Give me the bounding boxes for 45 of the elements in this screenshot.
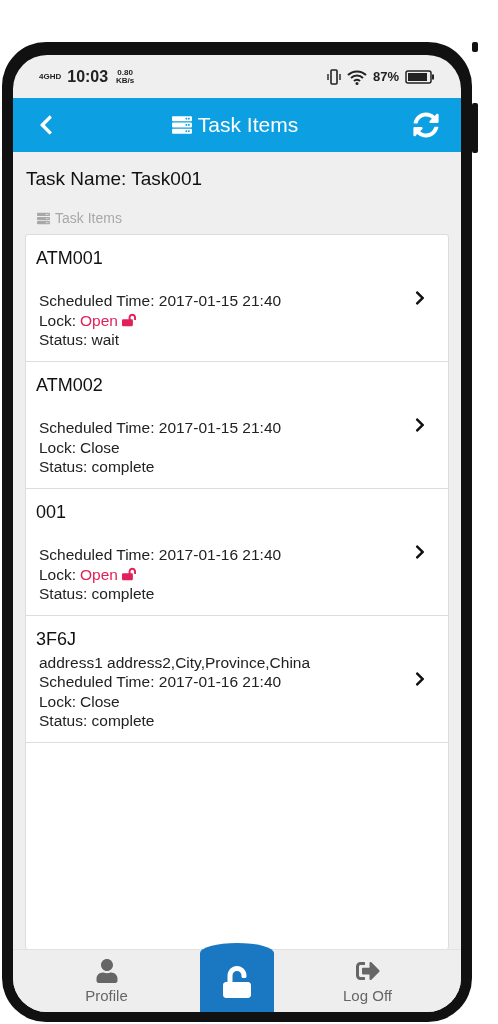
vibrate-icon — [326, 68, 341, 85]
unlocked-padlock-icon — [122, 313, 136, 328]
item-status: Status: complete — [39, 457, 155, 477]
task-item[interactable]: 3F6J address1 address2,City,Province,China Scheduled Time: 2017-01-16 21:40 Lock: Close Status: complete — [26, 616, 448, 743]
status-time: 10:03 — [67, 67, 109, 86]
wifi-icon — [346, 68, 367, 85]
item-title: 001 — [36, 500, 68, 524]
user-icon — [94, 958, 119, 983]
battery-percent: 87% — [372, 69, 399, 84]
scheduled-time: Scheduled Time: 2017-01-15 21:40 — [39, 291, 282, 311]
lock-label: Lock: — [39, 691, 77, 711]
lock-state: Close — [80, 691, 120, 711]
task-item[interactable]: ATM001 Scheduled Time: 2017-01-15 21:40 Lock: Open Status: wait — [26, 235, 448, 362]
item-status: Status: wait — [39, 330, 120, 350]
unlock-button[interactable] — [200, 943, 274, 1012]
item-title: ATM002 — [36, 373, 104, 397]
scheduled-time: Scheduled Time: 2017-01-15 21:40 — [39, 418, 282, 438]
task-name: Task Name: Task001 — [25, 167, 203, 191]
unlocked-padlock-icon — [221, 966, 253, 998]
item-title: ATM001 — [36, 246, 104, 270]
battery-icon — [405, 69, 435, 84]
section-label: Task Items — [55, 210, 122, 226]
lock-state: Open — [80, 564, 118, 584]
lock-state: Open — [80, 310, 118, 330]
log-off-tab[interactable]: Log Off — [274, 950, 461, 1012]
item-status: Status: complete — [39, 584, 155, 604]
task-item[interactable]: ATM002 Scheduled Time: 2017-01-15 21:40 Lock: Close Status: complete — [26, 362, 448, 489]
profile-tab[interactable]: Profile — [13, 950, 200, 1012]
scheduled-time: Scheduled Time: 2017-01-16 21:40 — [39, 545, 282, 565]
network-speed: 0.80 KB/s — [115, 68, 136, 85]
item-address: address1 address2,City,Province,China — [39, 652, 311, 672]
lock-label: Lock: — [39, 564, 77, 584]
lock-state: Close — [80, 437, 120, 457]
list-icon — [171, 115, 192, 135]
unlocked-padlock-icon — [122, 567, 136, 582]
scheduled-time: Scheduled Time: 2017-01-16 21:40 — [39, 672, 282, 692]
refresh-icon — [413, 112, 439, 138]
item-title: 3F6J — [36, 627, 78, 651]
network-type: 4GHD — [39, 72, 62, 81]
task-item[interactable]: 001 Scheduled Time: 2017-01-16 21:40 Lock: Open Status: complete — [26, 489, 448, 616]
item-status: Status: complete — [39, 711, 155, 731]
lock-label: Lock: — [39, 437, 77, 457]
lock-label: Lock: — [39, 310, 77, 330]
list-icon — [37, 211, 50, 225]
header-title: Task Items — [197, 113, 299, 137]
